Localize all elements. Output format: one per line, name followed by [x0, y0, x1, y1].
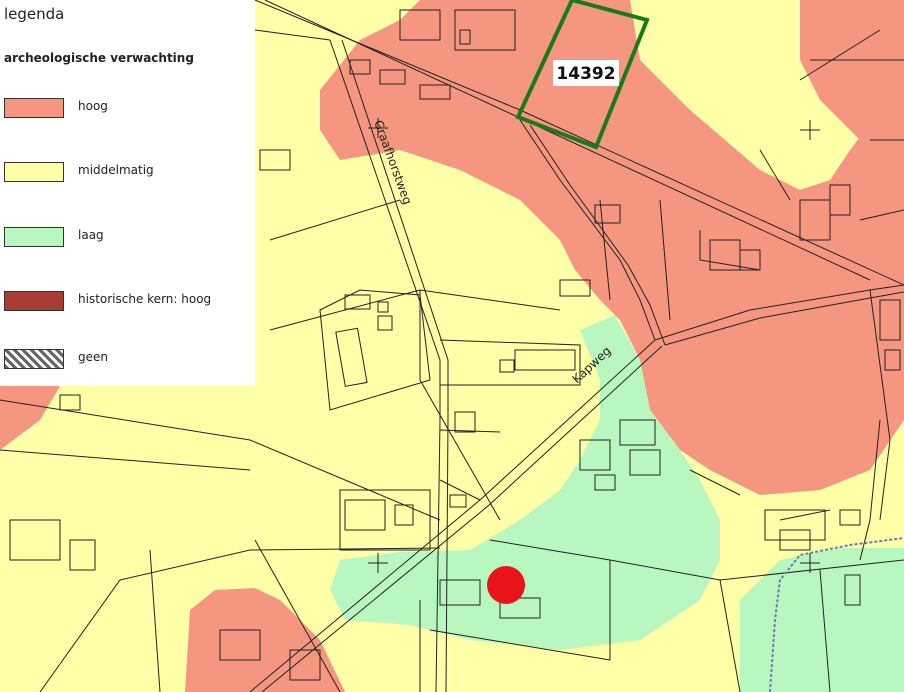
legend-item-middelmatig: middelmatig: [4, 162, 254, 182]
legend-label-historische-kern: historische kern: hoog: [78, 292, 212, 306]
legend-subtitle: archeologische verwachting: [4, 51, 194, 65]
legend-label-middelmatig: middelmatig: [78, 163, 154, 177]
legend-title: legenda: [4, 5, 65, 23]
legend-item-historische-kern: historische kern: hoog: [4, 291, 254, 311]
legend-label-laag: laag: [78, 228, 104, 242]
parcel-label: 14392: [556, 64, 615, 84]
legend-swatch-historische-kern: [4, 291, 64, 311]
legend-swatch-laag: [4, 227, 64, 247]
location-marker[interactable]: [487, 566, 525, 604]
legend-swatch-geen: [4, 349, 64, 369]
legend-item-geen: geen: [4, 349, 254, 369]
legend-label-hoog: hoog: [78, 99, 108, 113]
legend-panel: legenda archeologische verwachting hoog …: [0, 0, 255, 386]
legend-item-hoog: hoog: [4, 98, 254, 118]
legend-label-geen: geen: [78, 350, 108, 364]
legend-swatch-hoog: [4, 98, 64, 118]
legend-swatch-middelmatig: [4, 162, 64, 182]
legend-item-laag: laag: [4, 227, 254, 247]
